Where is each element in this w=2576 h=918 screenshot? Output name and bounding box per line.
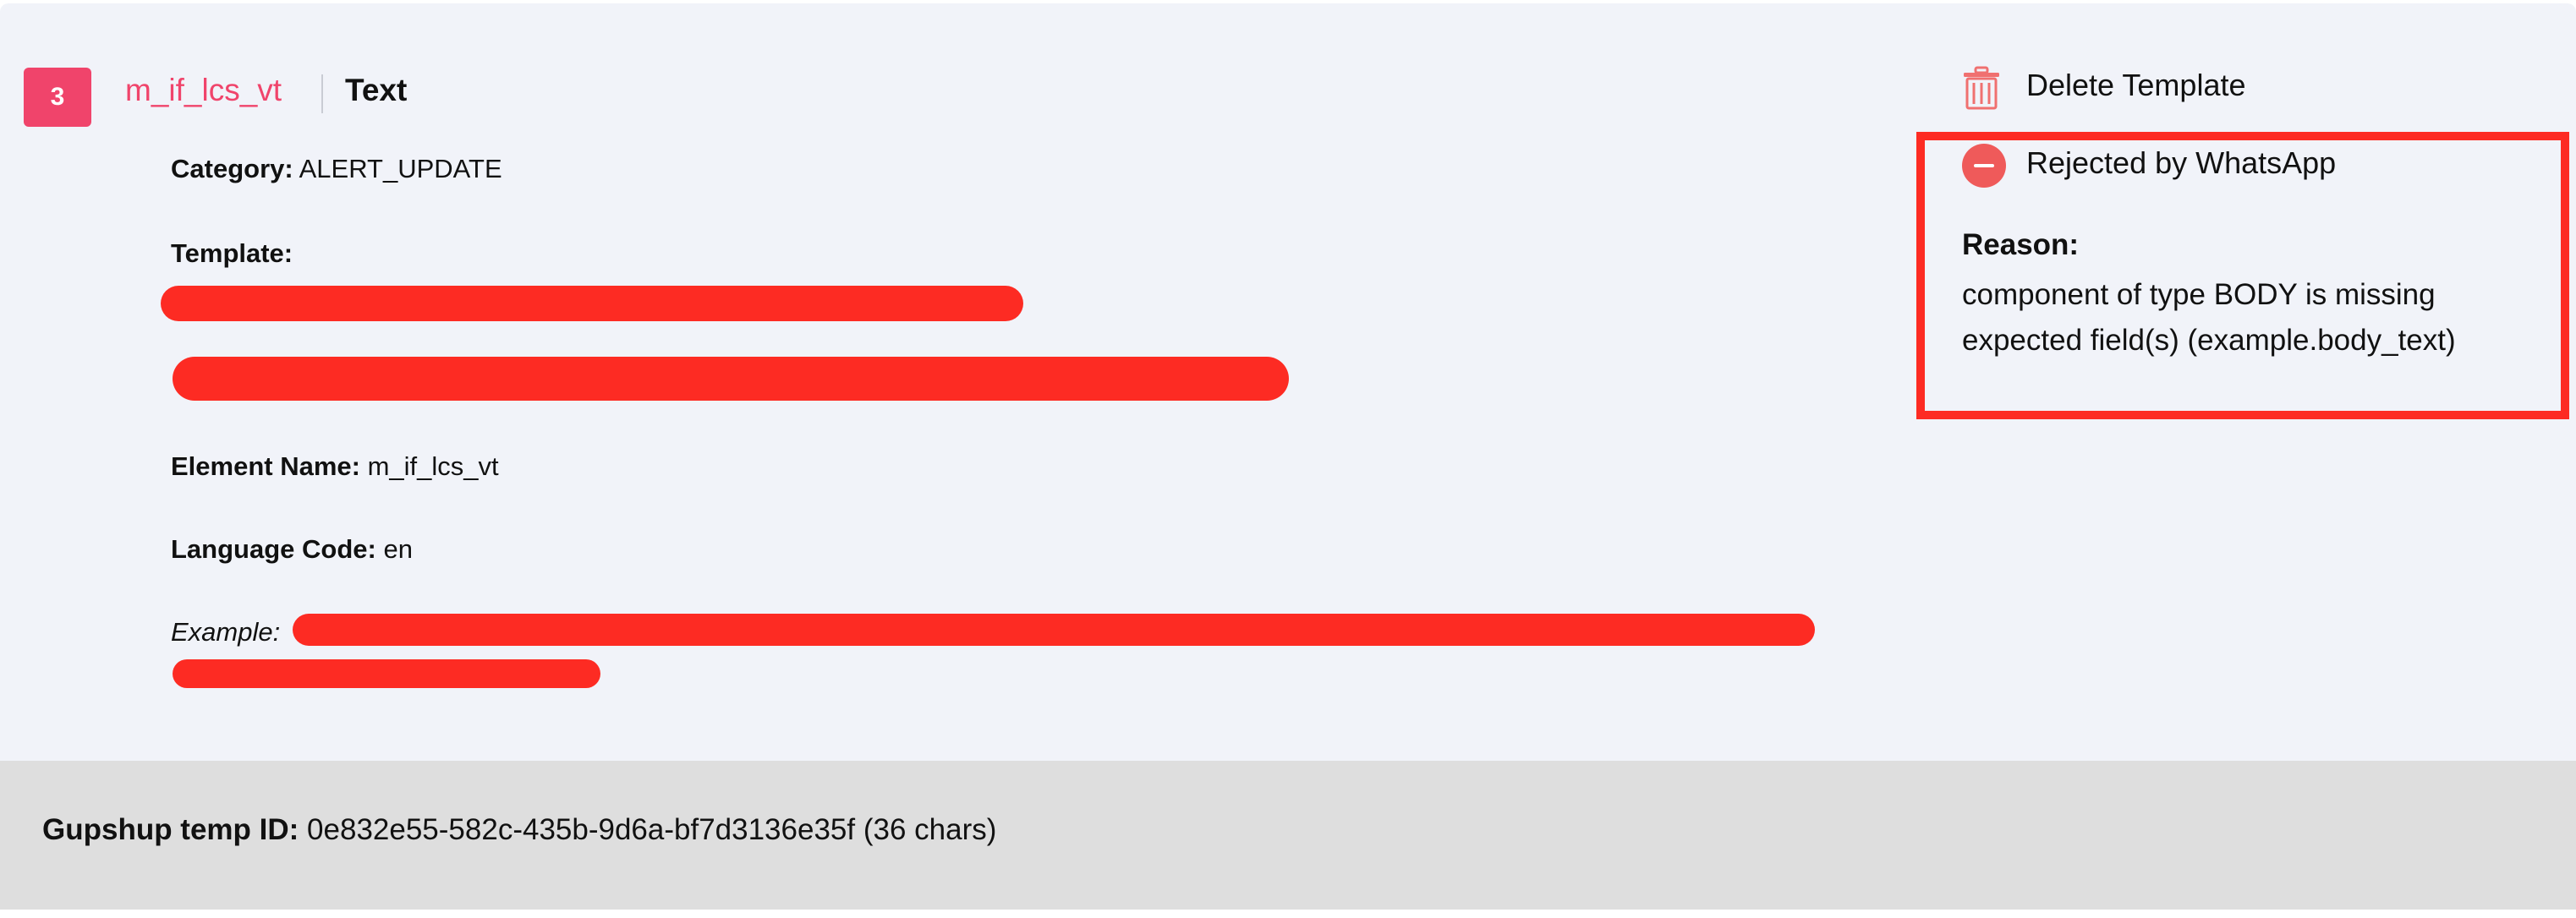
reason-text: component of type BODY is missing expect… — [1962, 278, 2456, 357]
delete-template-button[interactable]: Delete Template — [2026, 68, 2246, 103]
example-label: Example: — [171, 617, 281, 647]
template-card: 3 m_if_lcs_vt Text Category: ALERT_UPDAT… — [0, 3, 2576, 761]
element-name-value: m_if_lcs_vt — [367, 451, 499, 481]
language-code-value: en — [383, 534, 413, 564]
category-field: Category: ALERT_UPDATE — [171, 154, 502, 184]
template-index-badge: 3 — [24, 68, 91, 127]
gupshup-temp-id-label: Gupshup temp ID: — [42, 813, 299, 846]
category-value: ALERT_UPDATE — [299, 154, 502, 183]
language-code-field: Language Code: en — [171, 534, 413, 565]
redaction-mark — [173, 357, 1289, 401]
gupshup-temp-id: Gupshup temp ID: 0e832e55-582c-435b-9d6a… — [42, 813, 996, 847]
trash-icon[interactable] — [1962, 66, 2001, 110]
template-label: Template: — [171, 238, 293, 268]
category-label: Category: — [171, 154, 293, 183]
title-divider — [321, 74, 323, 113]
redaction-mark — [161, 286, 1023, 321]
template-field: Template: — [171, 238, 293, 269]
element-name-field: Element Name: m_if_lcs_vt — [171, 451, 499, 482]
example-field: Example: — [171, 617, 280, 648]
template-type: Text — [345, 73, 408, 107]
element-name-label: Element Name: — [171, 451, 360, 481]
reason-title: Reason: — [1962, 228, 2080, 261]
redaction-mark — [293, 614, 1815, 646]
redaction-mark — [173, 659, 600, 688]
language-code-label: Language Code: — [171, 534, 376, 564]
gupshup-temp-id-value: 0e832e55-582c-435b-9d6a-bf7d3136e35f (36… — [307, 813, 997, 846]
template-name-link[interactable]: m_if_lcs_vt — [125, 73, 282, 108]
